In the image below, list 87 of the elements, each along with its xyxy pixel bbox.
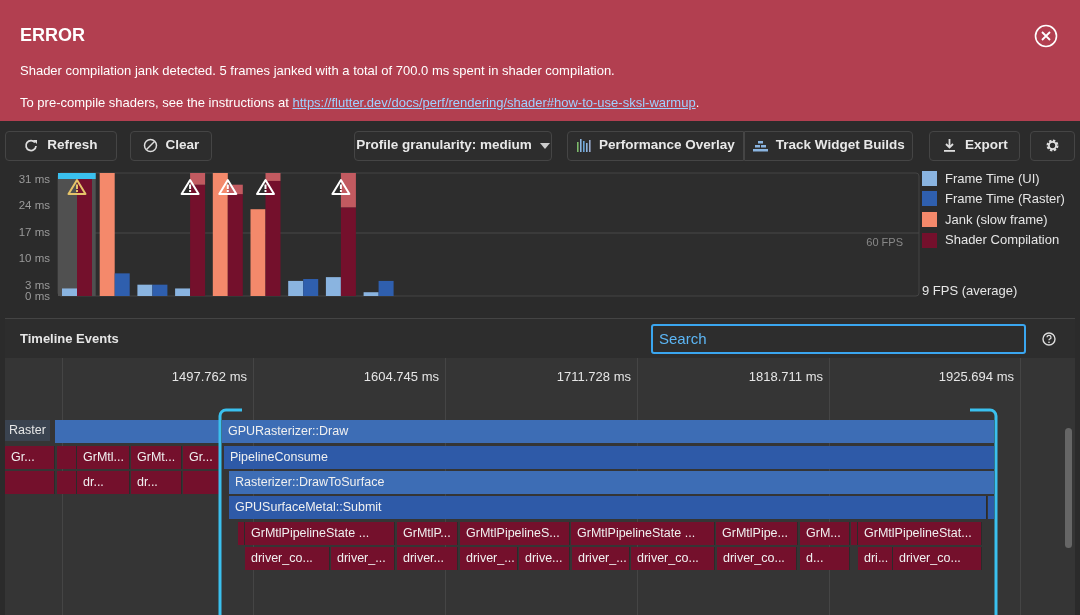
refresh-icon: [24, 138, 40, 153]
timeline-event[interactable]: dri...: [858, 547, 893, 570]
y-tick-label: 0 ms: [25, 290, 51, 302]
caret-icon: [539, 142, 550, 149]
y-tick-label: 31 ms: [18, 173, 51, 186]
timeline-event[interactable]: Rasterizer::DrawToSurface: [229, 471, 995, 494]
legend-swatch: [922, 212, 937, 227]
y-tick-label: 24 ms: [18, 199, 51, 212]
docs-link[interactable]: https://flutter.dev/docs/perf/rendering/shader#how-to-use-sksl-warmup: [292, 92, 696, 112]
legend-swatch: [922, 232, 937, 248]
timeline-event[interactable]: driver...: [397, 547, 458, 570]
timeline-event[interactable]: GPUSurfaceMetal::Submit: [229, 496, 987, 519]
timeline-event[interactable]: driver_...: [460, 547, 518, 570]
timeline-event[interactable]: GrMt...: [131, 446, 182, 469]
ui-frame-bar[interactable]: [175, 288, 191, 296]
settings-icon: [1045, 138, 1061, 153]
timeline-event[interactable]: driver_co...: [631, 547, 715, 570]
time-label: 1497.762 ms: [171, 368, 247, 386]
timeline-event[interactable]: GrMtlPipelineStat...: [858, 522, 982, 545]
timeline-event[interactable]: GrMtlP...: [397, 522, 458, 545]
legend-label: Frame Time (UI): [945, 169, 1040, 188]
refresh-button[interactable]: Refresh: [5, 130, 117, 161]
timeline-event[interactable]: GPURasterizer::Draw: [222, 420, 995, 443]
error-hint: To pre-compile shaders, see the instructions at: [20, 93, 290, 112]
timeline-event[interactable]: GrMtlPipelineState ...: [245, 522, 395, 545]
help-icon: [1042, 331, 1056, 346]
timeline-event[interactable]: driver_...: [331, 547, 395, 570]
error-message: Shader compilation jank detected. 5 frames janked with a total of 700.0 ms spent in shader compilation.: [20, 62, 616, 80]
track-widget-builds-button[interactable]: Track Widget Builds: [744, 130, 914, 161]
legend-label: Frame Time (Raster): [945, 190, 1065, 209]
time-label: 1604.745 ms: [363, 368, 439, 386]
timeline-event[interactable]: Gr...: [5, 446, 55, 469]
scrollbar-thumb[interactable]: [1065, 428, 1072, 548]
warning-icon: [180, 179, 200, 195]
timeline-event[interactable]: d...: [800, 547, 850, 570]
period-text: .: [695, 93, 700, 112]
legend-swatch: [922, 170, 937, 186]
legend-swatch: [922, 191, 937, 207]
timeline-event[interactable]: driver_co...: [717, 547, 797, 570]
fps-target-label: 60 FPS: [866, 236, 903, 248]
y-tick-label: 10 ms: [18, 252, 51, 265]
timeline-event[interactable]: PipelineConsume: [224, 446, 995, 469]
timeline-title: Timeline Events: [20, 329, 120, 348]
timeline-event[interactable]: dr...: [131, 471, 182, 494]
shader-compilation-bar[interactable]: [190, 184, 206, 296]
timeline-event[interactable]: GrMtlPipelineS...: [460, 522, 570, 545]
bar-chart-icon: [575, 138, 591, 153]
time-label: 1711.728 ms: [556, 368, 631, 386]
shader-compilation-bar[interactable]: [77, 179, 92, 296]
y-tick-label: 3 ms: [25, 278, 51, 291]
timeline-event[interactable]: [183, 471, 220, 494]
download-icon: [941, 138, 957, 153]
timeline-event[interactable]: GrM...: [800, 522, 850, 545]
raster-overflow-bar[interactable]: [190, 173, 206, 185]
clear-icon: [142, 138, 158, 153]
warning-icon: [218, 179, 238, 195]
warning-icon: [256, 179, 275, 195]
timeline-event[interactable]: GrMtlPipe...: [716, 522, 798, 545]
ui-frame-bar[interactable]: [363, 292, 379, 296]
timeline-event[interactable]: GrMtlPipelineState ...: [571, 522, 715, 545]
time-label: 1818.711 ms: [748, 368, 823, 386]
timeline-event[interactable]: driver_...: [572, 547, 630, 570]
warning-icon: [331, 179, 351, 195]
timeline-event[interactable]: driver_co...: [245, 547, 330, 570]
timeline-event[interactable]: GrMtl...: [77, 446, 130, 469]
timeline-event[interactable]: Gr...: [183, 446, 220, 469]
granularity-dropdown[interactable]: Profile granularity: medium: [354, 130, 552, 161]
legend-label: Shader Compilation: [945, 231, 1060, 250]
y-tick-label: 17 ms: [18, 225, 51, 238]
search-field[interactable]: Search: [651, 323, 1026, 354]
clear-button[interactable]: Clear: [129, 130, 213, 161]
export-button[interactable]: Export: [929, 130, 1021, 161]
time-label: 1925.694 ms: [938, 368, 1014, 386]
average-fps: 9 FPS (average): [922, 282, 1019, 301]
performance-overlay-button[interactable]: Performance Overlay: [566, 130, 745, 161]
stacked-blocks-icon: [752, 138, 768, 153]
close-icon: [1034, 24, 1058, 48]
close-button[interactable]: [1034, 24, 1058, 48]
thread-label: Raster: [5, 420, 50, 441]
timeline-event[interactable]: driver_co...: [893, 547, 982, 570]
timeline-event[interactable]: dr...: [77, 471, 130, 494]
legend-label: Jank (slow frame): [945, 210, 1048, 229]
error-title: ERROR: [20, 26, 85, 44]
settings-button[interactable]: [1030, 130, 1075, 161]
timeline-event[interactable]: drive...: [519, 547, 570, 570]
selection-indicator: [58, 173, 96, 179]
warning-icon: [67, 179, 87, 195]
